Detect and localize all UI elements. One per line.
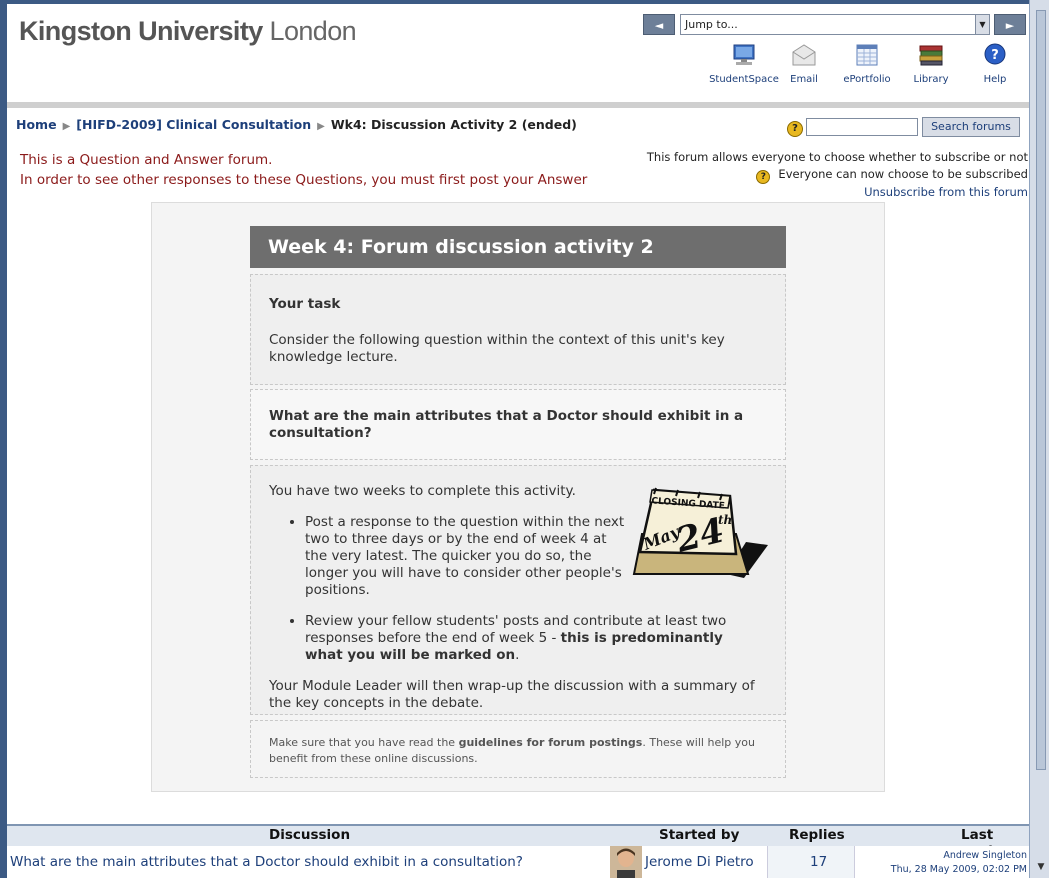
table-row: What are the main attributes that a Doct… (7, 846, 1029, 878)
scroll-down-arrow-icon[interactable]: ▼ (1035, 862, 1047, 874)
last-post-date-link[interactable]: Thu, 28 May 2009, 02:02 PM (891, 864, 1027, 875)
books-icon (917, 42, 945, 68)
task-text: Consider the following question within t… (269, 332, 725, 365)
search-forums-input[interactable] (806, 118, 918, 136)
calendar-suffix: th (718, 513, 732, 527)
help-label: Help (983, 74, 1007, 85)
instruction-end: . (515, 647, 520, 663)
library-link[interactable]: Library (907, 42, 955, 85)
studentspace-label: StudentSpace (709, 74, 779, 85)
guidelines-panel: Make sure that you have read the guideli… (250, 720, 786, 778)
computer-icon (730, 42, 758, 68)
avatar[interactable] (610, 846, 642, 878)
column-header-discussion: Discussion (269, 827, 351, 843)
subscription-line1: This forum allows everyone to choose whe… (646, 150, 1028, 164)
svg-text:?: ? (991, 48, 999, 63)
breadcrumb-course[interactable]: [HIFD-2009] Clinical Consultation (76, 117, 311, 132)
instructions-closing: Your Module Leader will then wrap-up the… (269, 678, 755, 711)
task-heading: Your task (269, 296, 341, 312)
library-label: Library (913, 74, 949, 85)
eportfolio-label: ePortfolio (843, 74, 891, 85)
jump-previous-button[interactable]: ◄ (643, 14, 675, 35)
qa-notice-line1: This is a Question and Answer forum. (20, 152, 273, 168)
help-link[interactable]: ? Help (975, 42, 1015, 85)
help-icon: ? (981, 42, 1009, 68)
discussion-author-link[interactable]: Jerome Di Pietro (645, 854, 754, 870)
envelope-icon (790, 42, 818, 68)
search-help-icon[interactable]: ? (787, 121, 803, 137)
breadcrumb-current: Wk4: Discussion Activity 2 (ended) (330, 117, 577, 132)
logo-bold-text: Kingston University (19, 16, 263, 46)
search-forums-button[interactable]: Search forums (922, 117, 1020, 137)
question-panel: What are the main attributes that a Doct… (250, 389, 786, 460)
discussion-subject-link[interactable]: What are the main attributes that a Doct… (10, 854, 523, 870)
discussion-table-header: Discussion Started by Replies Last post (7, 824, 1029, 859)
university-logo[interactable]: Kingston University London (19, 16, 357, 47)
jump-next-button[interactable]: ► (994, 14, 1026, 35)
jump-to-select[interactable]: Jump to... ▼ (680, 14, 990, 35)
breadcrumb-separator-icon: ▶ (317, 121, 325, 132)
chevron-down-icon[interactable]: ▼ (975, 15, 989, 34)
window-frame-left (0, 0, 7, 878)
column-header-started-by: Started by (659, 827, 740, 843)
qa-notice-line2: In order to see other responses to these… (20, 171, 588, 188)
discussion-replies-link[interactable]: 17 (810, 854, 827, 870)
scrollbar-thumb[interactable] (1036, 10, 1046, 770)
closing-date-calendar-image: CLOSING DATE May 24 th (626, 482, 770, 582)
subscription-info: This forum allows everyone to choose whe… (647, 149, 1028, 200)
breadcrumb: Home ▶ [HIFD-2009] Clinical Consultation ▶ W… (16, 117, 577, 132)
task-panel: Your task Consider the following questio… (250, 274, 786, 385)
unsubscribe-link[interactable]: Unsubscribe from this forum (864, 185, 1028, 199)
question-text: What are the main attributes that a Doct… (269, 408, 744, 441)
site-header: Kingston University London ◄ Jump to... … (7, 4, 1029, 102)
subscription-line2: Everyone can now choose to be subscribed (778, 166, 1028, 181)
email-label: Email (790, 74, 818, 85)
breadcrumb-separator-icon: ▶ (62, 121, 71, 132)
qa-forum-notice: This is a Question and Answer forum. In … (20, 151, 587, 190)
email-link[interactable]: Email (782, 42, 826, 85)
guidelines-prefix: Make sure that you have read the (269, 736, 459, 749)
subscription-help-icon[interactable]: ? (756, 169, 771, 184)
last-post-author-link[interactable]: Andrew Singleton (943, 850, 1027, 861)
instruction-item: Review your fellow students' posts and c… (305, 613, 765, 664)
header-divider (7, 102, 1029, 108)
eportfolio-link[interactable]: ePortfolio (839, 42, 895, 85)
guidelines-link[interactable]: guidelines for forum postings (459, 736, 643, 749)
calendar-grid-icon (853, 42, 881, 68)
column-header-replies: Replies (789, 827, 845, 843)
logo-light-text: London (269, 16, 357, 46)
studentspace-link[interactable]: StudentSpace (708, 42, 780, 85)
jump-to-value: Jump to... (685, 18, 738, 31)
breadcrumb-home[interactable]: Home (16, 117, 57, 132)
forum-intro-title: Week 4: Forum discussion activity 2 (250, 226, 786, 268)
instruction-item: Post a response to the question within t… (305, 514, 627, 599)
